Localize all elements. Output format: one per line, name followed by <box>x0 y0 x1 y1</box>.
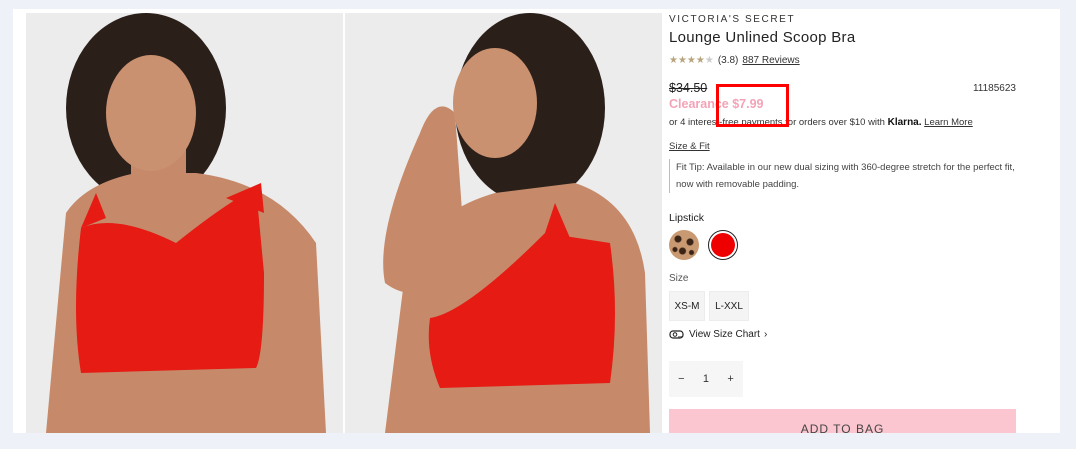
product-page: VICTORIA'S SECRET Lounge Unlined Scoop B… <box>13 9 1060 433</box>
swatch-lipstick-fill <box>711 233 735 257</box>
add-to-bag-button[interactable]: ADD TO BAG <box>669 409 1016 433</box>
decrease-button[interactable]: − <box>678 373 684 385</box>
size-button-xs-m[interactable]: XS-M <box>669 291 705 321</box>
swatch-leopard[interactable] <box>669 230 699 260</box>
chevron-right-icon: › <box>763 329 768 340</box>
highlight-box <box>716 84 789 127</box>
product-image-back[interactable] <box>345 13 662 433</box>
klarna-row: or 4 interest-free payments for orders o… <box>669 117 973 128</box>
reviews-link[interactable]: 887 Reviews <box>742 55 799 66</box>
quantity-stepper: − 1 + <box>669 361 743 397</box>
size-fit-link[interactable]: Size & Fit <box>669 141 710 152</box>
product-title: Lounge Unlined Scoop Bra <box>669 29 856 46</box>
fit-tip: Fit Tip: Available in our new dual sizin… <box>669 159 1021 193</box>
original-price: $34.50 <box>669 81 708 95</box>
star-rating-icon: ★★★★★ <box>669 55 714 66</box>
increase-button[interactable]: + <box>727 373 733 385</box>
product-sku: 11185623 <box>972 83 1016 94</box>
rating-row: ★★★★★ (3.8) 887 Reviews <box>669 55 800 66</box>
product-image-front[interactable] <box>26 13 343 433</box>
measuring-tape-icon <box>669 330 684 339</box>
size-button-l-xxl[interactable]: L-XXL <box>709 291 749 321</box>
size-label: Size <box>669 273 689 284</box>
klarna-logo: Klarna. <box>887 117 922 128</box>
rating-value: (3.8) <box>717 55 739 66</box>
view-size-chart-link[interactable]: View Size Chart › <box>669 329 767 340</box>
brand-name: VICTORIA'S SECRET <box>669 14 796 25</box>
size-chart-label: View Size Chart <box>689 329 760 340</box>
quantity-value: 1 <box>702 373 710 385</box>
klarna-learn-more-link[interactable]: Learn More <box>924 117 973 128</box>
swatch-lipstick[interactable] <box>708 230 738 260</box>
color-name: Lipstick <box>669 212 705 224</box>
